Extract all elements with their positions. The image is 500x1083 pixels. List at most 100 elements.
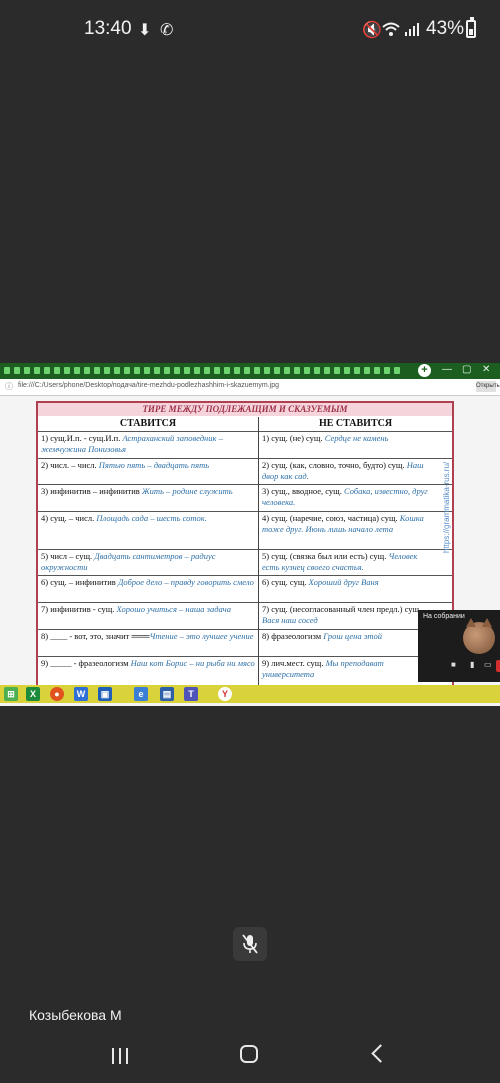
table-row: 4) сущ. – числ. Площадь сада – шесть сот… [38,511,452,534]
open-button[interactable]: Открыть [476,381,500,392]
browser-tab[interactable] [274,367,280,374]
signal-icon [405,23,419,36]
browser-tab[interactable] [314,367,320,374]
table-cell-left: 8) ____ - вот, это, значит ═══Чтение – э… [41,631,255,642]
column-divider [258,417,259,687]
browser-tab[interactable] [84,367,90,374]
browser-tab[interactable] [174,367,180,374]
teams-icon[interactable]: T [184,687,198,701]
browser-tab[interactable] [124,367,130,374]
browser-tab[interactable] [204,367,210,374]
table-cell-left: 1) сущ.И.п. - сущ.И.п. Астраханский запо… [41,433,255,455]
new-tab-icon[interactable]: + [418,364,431,377]
table-cell-left: 2) числ. – числ. Пятью пять – двадцать п… [41,460,255,471]
browser-tab[interactable] [134,367,140,374]
browser-tab[interactable] [294,367,300,374]
table-row: 9) _____ - фразеологизм Наш кот Борис – … [38,656,452,679]
browser-tab[interactable] [34,367,40,374]
video-label: На собрании [423,613,465,620]
address-text[interactable]: file:///C:/Users/phone/Desktop/подача/ti… [18,382,279,389]
mic-small-icon[interactable]: ▮ [470,660,474,669]
recent-apps-icon[interactable] [111,1048,129,1064]
maximize-icon[interactable]: ▢ [462,364,471,375]
example-text: Сердце не камень [324,433,389,443]
table-cell-right: 8) фразеологизм Грош цена этой [262,631,432,642]
settings-app-icon[interactable]: ▤ [160,687,174,701]
browser-tab[interactable] [224,367,230,374]
browser-tab[interactable] [364,367,370,374]
table-cell-left: 7) инфинитив - сущ. Хорошо учиться – наш… [41,604,255,615]
browser-tab[interactable] [24,367,30,374]
word-icon[interactable]: W [74,687,88,701]
self-video-tile[interactable]: На собрании ■ ▮ ▭ [418,610,500,682]
firefox-icon[interactable]: ● [50,687,64,701]
browser-tab[interactable] [334,367,340,374]
minimize-icon[interactable]: — [442,364,452,375]
home-icon[interactable] [240,1045,258,1063]
browser-tab[interactable] [234,367,240,374]
browser-tab[interactable] [184,367,190,374]
table-cell-right: 3) сущ., вводное, сущ. Собака, известно,… [262,486,432,508]
browser-tab[interactable] [354,367,360,374]
camera-icon[interactable]: ■ [451,660,456,669]
browser-tab[interactable] [44,367,50,374]
rule-text: 8) фразеологизм [262,631,324,641]
browser-tab[interactable] [14,367,20,374]
browser-tab[interactable] [54,367,60,374]
example-text: Чтение – это лучшее учение [149,631,254,641]
browser-tab[interactable] [324,367,330,374]
table-row: 2) числ. – числ. Пятью пять – двадцать п… [38,458,452,481]
browser-tab[interactable] [214,367,220,374]
table-row: 3) инфинитив – инфинитив Жить – родине с… [38,484,452,507]
table-row: 8) ____ - вот, это, значит ═══Чтение – э… [38,629,452,641]
example-text: Площадь сада – шесть соток. [96,513,207,523]
navigation-bar [0,1030,500,1083]
rule-text: 4) сущ. – числ. [41,513,97,523]
edge-icon[interactable]: ▣ [98,687,112,701]
table-cell-left: 4) сущ. – числ. Площадь сада – шесть сот… [41,513,255,524]
close-icon[interactable]: ✕ [482,364,490,375]
browser-tab[interactable] [94,367,100,374]
rule-text: 8) ____ - вот, это, значит ═══ [41,631,150,641]
column-header-left: СТАВИТСЯ [119,418,177,429]
browser-tab[interactable] [394,367,400,374]
example-text: Вася наш сосед [262,615,318,625]
browser-tab[interactable] [154,367,160,374]
browser-tab-strip[interactable]: + — ▢ ✕ [0,363,500,379]
taskbar: ⊞ X ● W ▣ e ▤ T Y [0,685,500,703]
table-cell-left: 6) сущ. – инфинитив Доброе дело – правду… [41,577,255,588]
browser-tab[interactable] [194,367,200,374]
browser-tab[interactable] [144,367,150,374]
table-cell-left: 3) инфинитив – инфинитив Жить – родине с… [41,486,255,497]
browser-tab[interactable] [284,367,290,374]
browser-tab[interactable] [4,367,10,374]
browser-tab[interactable] [164,367,170,374]
browser-tab[interactable] [344,367,350,374]
browser-tab[interactable] [74,367,80,374]
status-time: 13:40 [84,18,132,39]
column-header-right: НЕ СТАВИТСЯ [318,418,393,429]
browser-tab[interactable] [254,367,260,374]
browser-tab[interactable] [374,367,380,374]
browser-tab[interactable] [384,367,390,374]
mic-off-icon [242,934,258,954]
example-text: Наш кот Борис – ни рыба ни мясо [130,658,255,668]
mic-muted-button[interactable] [233,927,267,961]
rule-text: 6) сущ. – инфинитив [41,577,118,587]
browser-tab[interactable] [114,367,120,374]
excel-icon[interactable]: X [26,687,40,701]
windows-start-icon[interactable]: ⊞ [4,687,18,701]
back-icon[interactable] [371,1044,390,1063]
example-text: Пятью пять – двадцать пять [98,460,210,470]
browser-tab[interactable] [244,367,250,374]
browser-tab[interactable] [304,367,310,374]
address-bar[interactable]: ⓘ file:///C:/Users/phone/Desktop/подача/… [0,379,500,396]
ie-icon[interactable]: e [134,687,148,701]
yandex-icon[interactable]: Y [218,687,232,701]
battery-percent: 43% [426,18,465,39]
leave-icon[interactable] [496,660,500,672]
browser-tab[interactable] [104,367,110,374]
screen-icon[interactable]: ▭ [484,660,492,669]
browser-tab[interactable] [64,367,70,374]
browser-tab[interactable] [264,367,270,374]
